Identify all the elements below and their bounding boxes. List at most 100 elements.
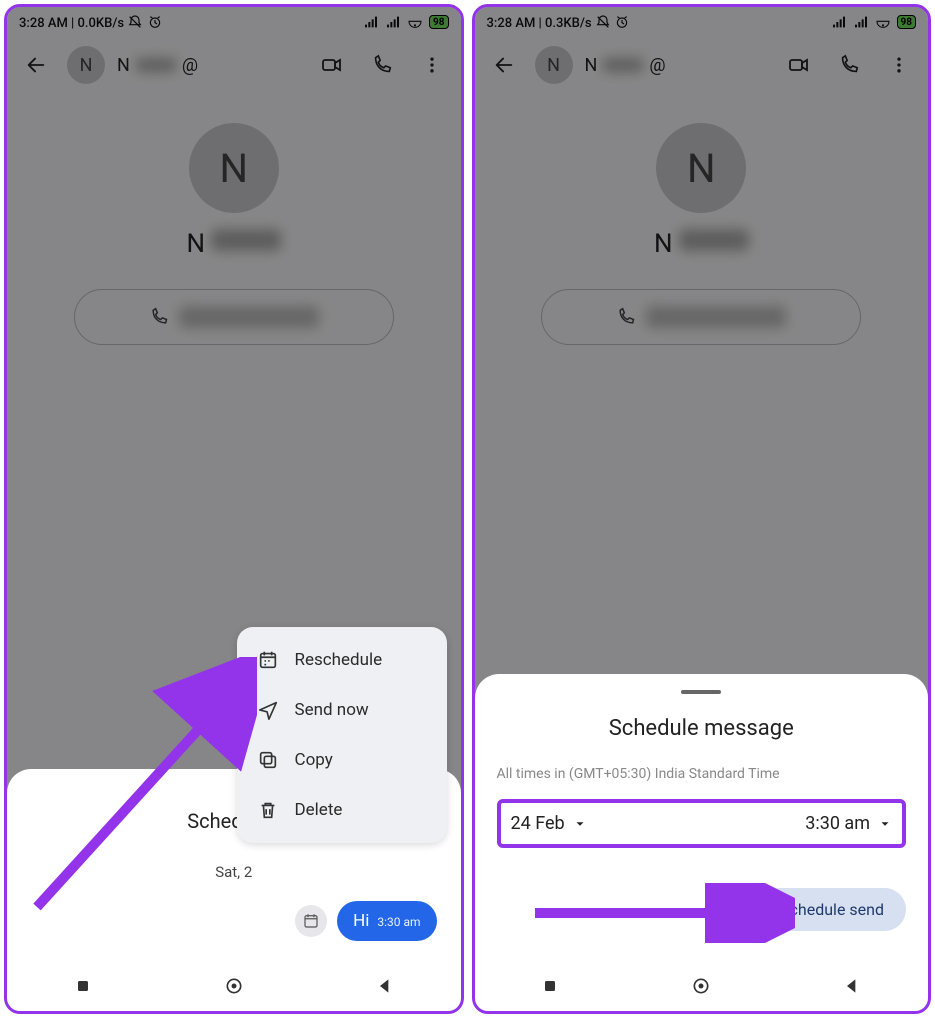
alarm-icon xyxy=(614,14,630,30)
wifi-icon xyxy=(875,14,891,30)
nav-bar xyxy=(7,961,461,1011)
copy-icon xyxy=(257,749,279,771)
avatar[interactable]: N xyxy=(67,46,105,84)
phone-number-blur xyxy=(179,306,319,328)
annotation-arrow xyxy=(535,883,795,943)
video-call-button[interactable] xyxy=(313,46,351,84)
back-button[interactable] xyxy=(485,46,523,84)
menu-delete-label: Delete xyxy=(295,800,343,820)
wifi-icon xyxy=(407,14,423,30)
nav-back-icon[interactable] xyxy=(842,976,862,996)
more-button[interactable] xyxy=(880,46,918,84)
signal-icon xyxy=(853,14,869,30)
schedule-send-label: Schedule send xyxy=(780,900,884,919)
phone-chip[interactable] xyxy=(541,289,861,345)
topbar: N N @ xyxy=(7,37,461,93)
phone-icon xyxy=(371,54,393,76)
more-button[interactable] xyxy=(413,46,451,84)
nav-home-icon[interactable] xyxy=(691,976,711,996)
signal-icon xyxy=(385,14,401,30)
alarm-icon xyxy=(147,14,163,30)
phone-number-blur xyxy=(646,306,786,328)
dnd-icon xyxy=(595,14,611,30)
date-value: 24 Feb xyxy=(511,813,565,834)
nav-recent-icon[interactable] xyxy=(73,976,93,996)
signal-icon xyxy=(363,14,379,30)
content: N N xyxy=(475,93,929,345)
drag-handle[interactable] xyxy=(681,690,721,694)
contact-name-top[interactable]: N @ xyxy=(585,55,769,76)
contact-name-top[interactable]: N @ xyxy=(117,55,301,76)
contact-name-prefix: N xyxy=(117,55,130,76)
time-value: 3:30 am xyxy=(805,813,870,834)
time-select[interactable]: 3:30 am xyxy=(805,813,892,834)
contact-label-blur xyxy=(679,229,749,251)
send-icon xyxy=(257,699,279,721)
calendar-icon xyxy=(302,912,320,930)
dnd-icon xyxy=(127,14,143,30)
nav-back-icon[interactable] xyxy=(375,976,395,996)
at-icon: @ xyxy=(182,55,198,76)
video-icon xyxy=(787,53,811,77)
phone-icon xyxy=(149,307,169,327)
call-button[interactable] xyxy=(830,46,868,84)
status-bar: 3:28 AM | 0.3KB/s 98 xyxy=(475,7,929,37)
nav-home-icon[interactable] xyxy=(224,976,244,996)
annotation-arrow xyxy=(27,657,257,917)
menu-copy[interactable]: Copy xyxy=(237,735,447,785)
topbar: N N @ xyxy=(475,37,929,93)
dots-vertical-icon xyxy=(422,55,442,75)
status-time: 3:28 AM xyxy=(19,16,68,31)
back-button[interactable] xyxy=(17,46,55,84)
message-time: 3:30 am xyxy=(377,915,420,929)
battery-badge: 98 xyxy=(429,15,448,29)
chevron-down-icon xyxy=(878,817,892,831)
message-bubble[interactable]: Hi 3:30 am xyxy=(337,901,436,941)
contact-name-prefix: N xyxy=(585,55,598,76)
contact-label: N xyxy=(7,229,461,259)
menu-send-now-label: Send now xyxy=(295,700,369,720)
context-menu: Reschedule Send now Copy Delete xyxy=(237,627,447,843)
status-bar: 3:28 AM | 0.0KB/s 98 xyxy=(7,7,461,37)
schedule-title: Schedule message xyxy=(497,716,907,741)
contact-label-blur xyxy=(211,229,281,251)
status-time: 3:28 AM xyxy=(487,16,536,31)
video-call-button[interactable] xyxy=(780,46,818,84)
contact-label: N xyxy=(475,229,929,259)
contact-blur xyxy=(136,58,176,72)
arrow-left-icon xyxy=(25,54,47,76)
at-icon: @ xyxy=(649,55,665,76)
chevron-down-icon xyxy=(573,817,587,831)
dots-vertical-icon xyxy=(889,55,909,75)
nav-bar xyxy=(475,961,929,1011)
contact-blur xyxy=(603,58,643,72)
date-select[interactable]: 24 Feb xyxy=(511,813,587,834)
content: N N xyxy=(7,93,461,345)
menu-send-now[interactable]: Send now xyxy=(237,685,447,735)
nav-recent-icon[interactable] xyxy=(540,976,560,996)
avatar-large[interactable]: N xyxy=(189,123,279,213)
datetime-row-highlight: 24 Feb 3:30 am xyxy=(497,799,907,848)
status-net: 0.3KB/s xyxy=(545,16,592,31)
phone-chip[interactable] xyxy=(74,289,394,345)
signal-icon xyxy=(831,14,847,30)
menu-reschedule[interactable]: Reschedule xyxy=(237,635,447,685)
timezone-note: All times in (GMT+05:30) India Standard … xyxy=(497,765,907,785)
video-icon xyxy=(320,53,344,77)
arrow-left-icon xyxy=(493,54,515,76)
menu-reschedule-label: Reschedule xyxy=(295,650,383,670)
status-net: 0.0KB/s xyxy=(78,16,125,31)
menu-copy-label: Copy xyxy=(295,750,333,770)
phone-icon xyxy=(616,307,636,327)
schedule-indicator[interactable] xyxy=(295,905,327,937)
call-button[interactable] xyxy=(363,46,401,84)
avatar[interactable]: N xyxy=(535,46,573,84)
phone-right: 3:28 AM | 0.3KB/s 98 N N @ xyxy=(472,4,932,1014)
calendar-icon xyxy=(257,649,279,671)
avatar-large[interactable]: N xyxy=(656,123,746,213)
phone-icon xyxy=(838,54,860,76)
message-text: Hi xyxy=(353,911,369,931)
menu-delete[interactable]: Delete xyxy=(237,785,447,835)
battery-badge: 98 xyxy=(897,15,916,29)
trash-icon xyxy=(257,799,279,821)
